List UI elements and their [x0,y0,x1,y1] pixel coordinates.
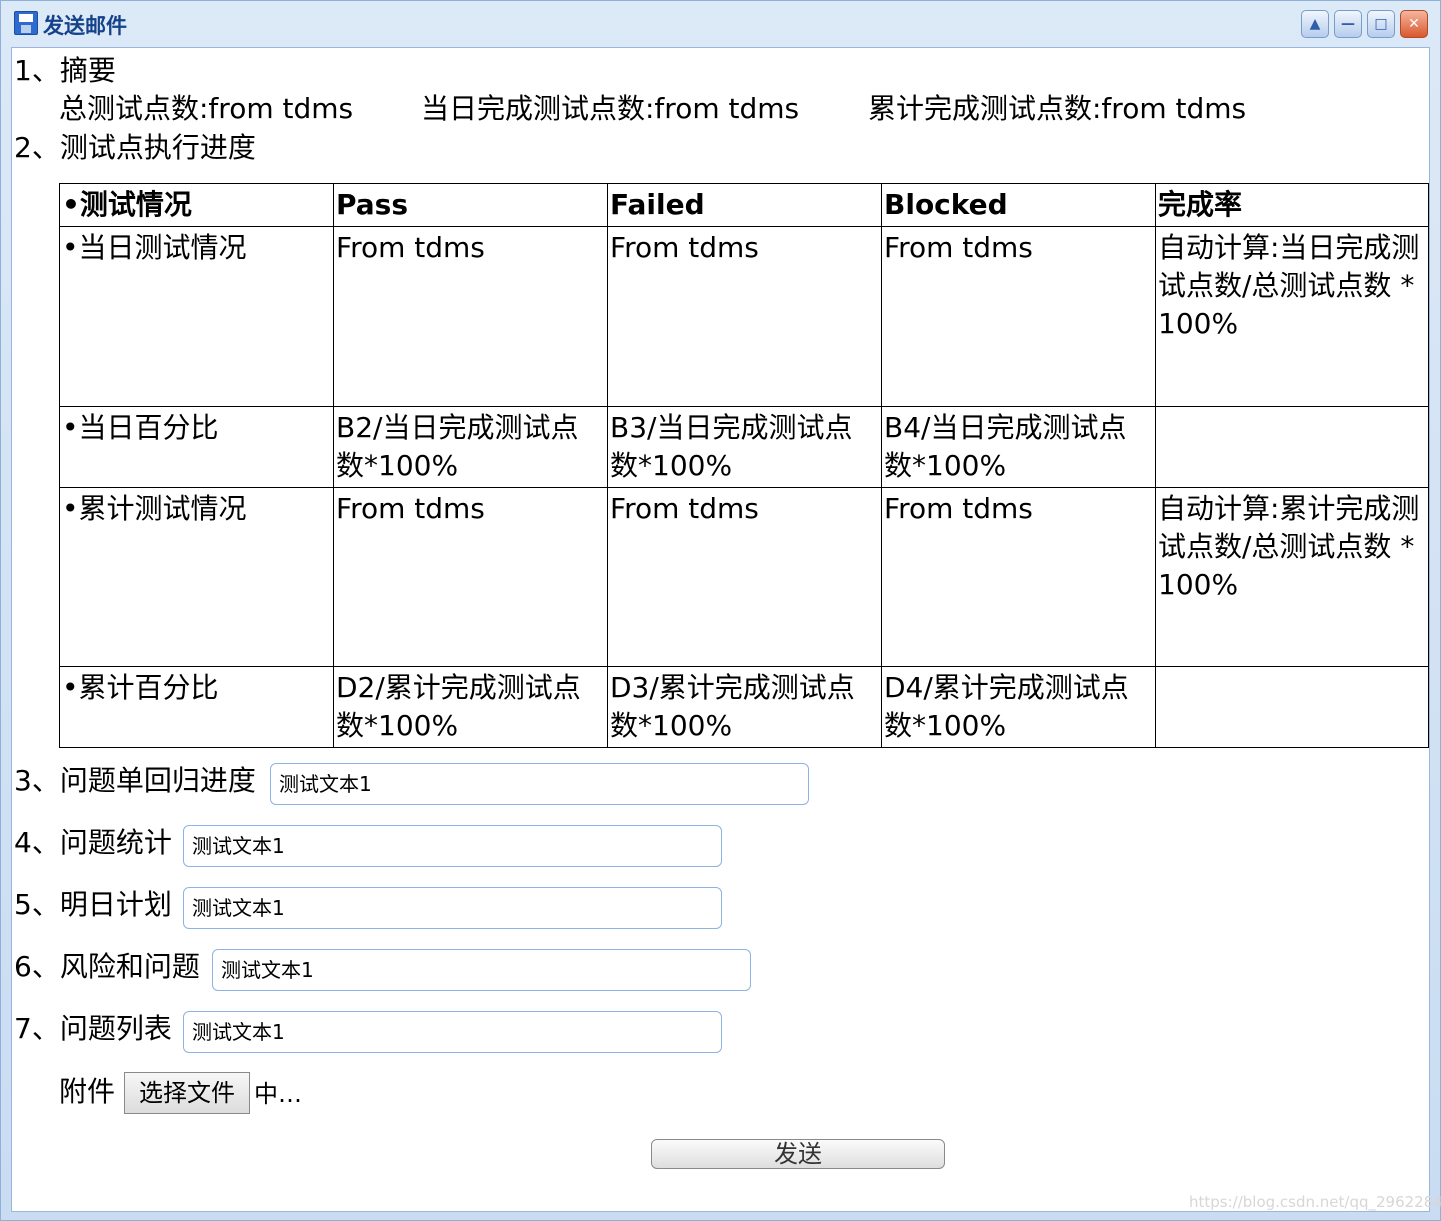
table-cell: B2/当日完成测试点数*100% [333,406,608,488]
collapse-button[interactable]: ▲ [1301,10,1329,38]
plan-input[interactable]: 测试文本1 [183,887,722,929]
statistics-label: 4、问题统计 [14,826,172,859]
attachment-status: 中… [254,1080,302,1108]
maximize-icon: □ [1374,16,1388,32]
send-button[interactable]: 发送 [651,1139,945,1169]
table-cell: From tdms [881,487,1156,667]
issues-label: 7、问题列表 [14,1012,172,1045]
header-cell: Pass [333,183,608,227]
table-cell: D2/累计完成测试点数*100% [333,666,608,748]
title-bar[interactable]: 发送邮件 ▲ — □ ✕ [1,1,1440,47]
header-cell: 完成率 [1155,183,1429,227]
table-cell: •当日测试情况 [59,226,334,407]
regression-input[interactable]: 测试文本1 [270,763,809,805]
close-button[interactable]: ✕ [1400,10,1428,38]
minimize-button[interactable]: — [1334,10,1362,38]
table-cell: From tdms [607,226,882,407]
total-test-points: 总测试点数:from tdms [59,92,354,125]
table-cell: D3/累计完成测试点数*100% [607,666,882,748]
header-cell: •测试情况 [59,183,334,227]
table-cell: 自动计算:累计完成测试点数/总测试点数 * 100% [1155,487,1429,667]
table-cell: •累计测试情况 [59,487,334,667]
table-cell: From tdms [607,487,882,667]
regression-label: 3、问题单回归进度 [14,764,256,797]
today-completed-points: 当日完成测试点数:from tdms [421,92,800,125]
chevron-up-icon: ▲ [1309,16,1321,32]
issues-input[interactable]: 测试文本1 [183,1011,722,1053]
table-row: •累计百分比 D2/累计完成测试点数*100% D3/累计完成测试点数*100%… [59,666,1429,748]
watermark: https://blog.csdn.net/qq_29622845 [1189,1193,1441,1211]
table-cell: •当日百分比 [59,406,334,488]
progress-heading: 2、测试点执行进度 [14,131,256,164]
header-cell: Failed [607,183,882,227]
table-cell: B4/当日完成测试点数*100% [881,406,1156,488]
table-cell [1155,406,1429,488]
close-icon: ✕ [1408,16,1420,32]
table-row: •当日测试情况 From tdms From tdms From tdms 自动… [59,226,1429,407]
table-cell: From tdms [333,487,608,667]
email-window: 发送邮件 ▲ — □ ✕ 1、摘要 总测试点数:from tdms 当日完成测试… [0,0,1441,1221]
table-cell: From tdms [333,226,608,407]
minimize-icon: — [1341,16,1355,32]
table-row: •累计测试情况 From tdms From tdms From tdms 自动… [59,487,1429,667]
window-title: 发送邮件 [43,14,127,38]
choose-file-button[interactable]: 选择文件 [124,1072,250,1114]
table-row: •当日百分比 B2/当日完成测试点数*100% B3/当日完成测试点数*100%… [59,406,1429,488]
table-cell: 自动计算:当日完成测试点数/总测试点数 * 100% [1155,226,1429,407]
plan-label: 5、明日计划 [14,888,172,921]
attachment-label: 附件 [59,1075,116,1108]
table-cell [1155,666,1429,748]
cumulative-completed-points: 累计完成测试点数:from tdms [868,92,1247,125]
maximize-button[interactable]: □ [1367,10,1395,38]
email-form: 1、摘要 总测试点数:from tdms 当日完成测试点数:from tdms … [11,47,1441,1212]
progress-table: •测试情况 Pass Failed Blocked 完成率 •当日测试情况 Fr… [59,183,1429,748]
risk-label: 6、风险和问题 [14,950,200,983]
table-cell: From tdms [881,226,1156,407]
table-cell: B3/当日完成测试点数*100% [607,406,882,488]
table-cell: •累计百分比 [59,666,334,748]
save-disk-icon [14,11,38,35]
summary-heading: 1、摘要 [14,54,116,87]
table-header-row: •测试情况 Pass Failed Blocked 完成率 [59,183,1429,227]
risk-input[interactable]: 测试文本1 [212,949,751,991]
header-cell: Blocked [881,183,1156,227]
table-cell: D4/累计完成测试点数*100% [881,666,1156,748]
statistics-input[interactable]: 测试文本1 [183,825,722,867]
